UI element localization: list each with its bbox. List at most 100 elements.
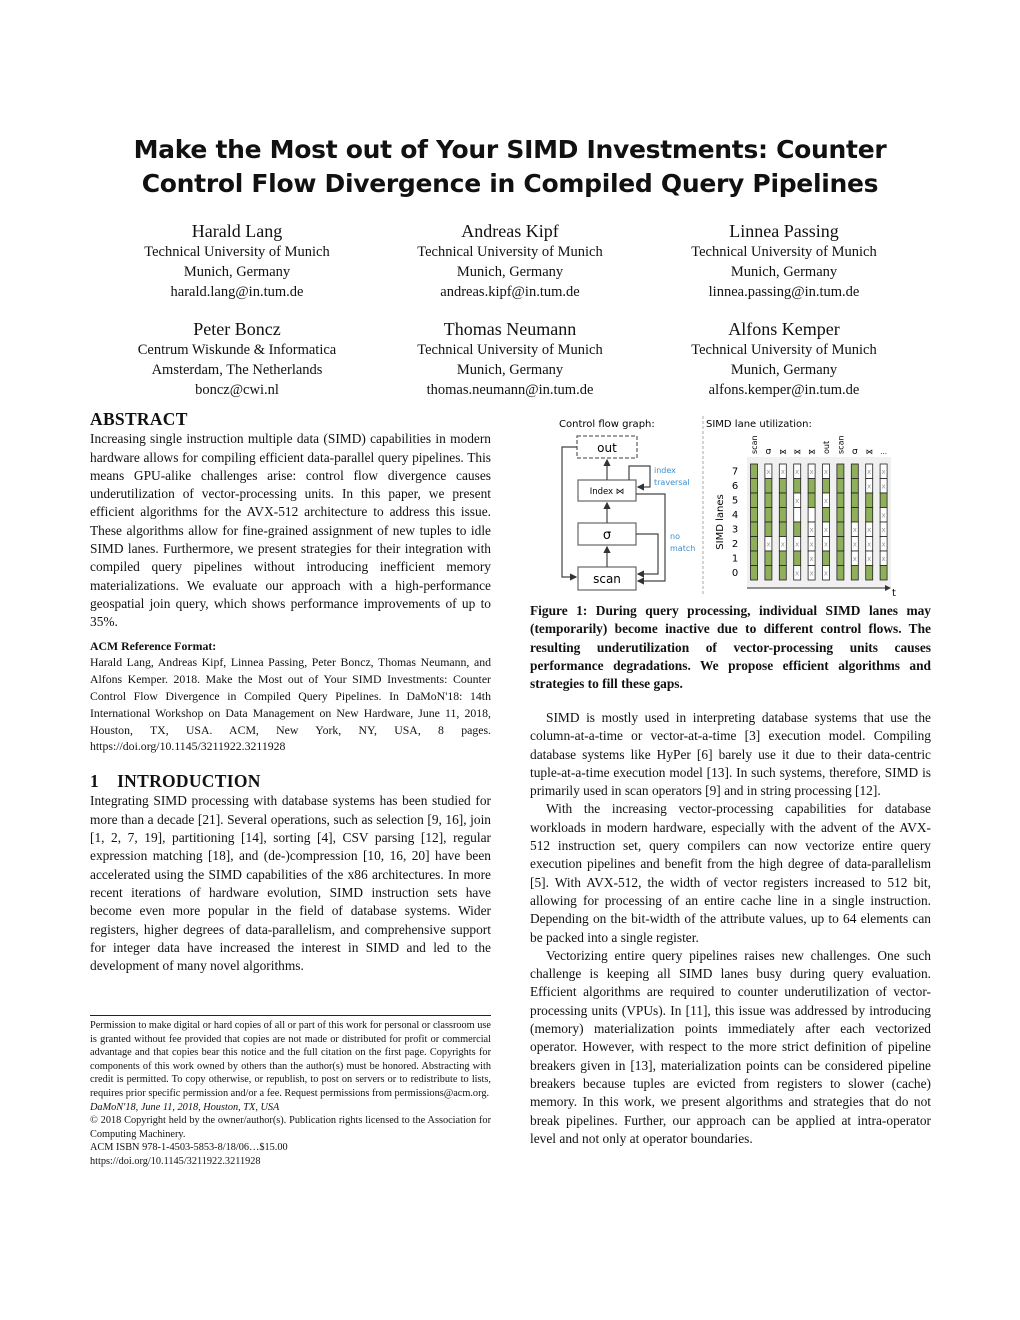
author-email: thomas.neumann@in.tum.de	[426, 382, 594, 398]
column-op-label: out	[822, 441, 831, 454]
column-op-label: …	[880, 448, 887, 456]
introduction-paragraph: Integrating SIMD processing with databas…	[90, 793, 491, 974]
lane-active	[836, 492, 845, 508]
lane-active	[822, 550, 830, 566]
lane-label: 2	[732, 539, 738, 550]
column-op-label: ⋈	[794, 448, 801, 456]
lane-inactive-mark: x	[766, 468, 770, 476]
lane-active	[836, 550, 845, 566]
lane-active	[879, 492, 888, 508]
author-location: Munich, Germany	[456, 264, 564, 280]
lane-active	[850, 507, 859, 523]
lanes-title: SIMD lane utilization:	[706, 419, 812, 430]
lane-inactive-mark: x	[795, 468, 799, 476]
lane-active	[750, 550, 758, 566]
svg-text:σ: σ	[603, 528, 611, 543]
author: Peter Boncz Centrum Wiskunde & Informatic…	[102, 318, 372, 400]
lane-active	[879, 565, 888, 581]
lane-active	[793, 478, 802, 494]
lane-active	[778, 492, 787, 508]
lane-active	[778, 478, 787, 494]
lane-active	[836, 536, 845, 552]
lane-active	[865, 492, 874, 508]
lane-active	[778, 550, 787, 566]
lane-inactive-mark: x	[867, 541, 871, 549]
author-location: Munich, Germany	[730, 264, 838, 280]
lane-active	[764, 521, 773, 537]
author-email: boncz@cwi.nl	[195, 382, 279, 398]
lane-inactive-mark: x	[853, 555, 857, 563]
lane-active	[836, 565, 845, 581]
author-email: harald.lang@in.tum.de	[170, 284, 304, 300]
lane-active	[764, 492, 773, 508]
lane-active	[850, 478, 859, 494]
lane-inactive	[793, 507, 802, 523]
author-name: Harald Lang	[191, 221, 283, 241]
abstract-heading: ABSTRACT	[90, 409, 188, 429]
figure-caption: Figure 1: During query processing, indiv…	[530, 603, 931, 692]
column-op-label: scan	[836, 435, 845, 454]
lane-active	[836, 463, 845, 479]
lane-label: 6	[732, 481, 738, 492]
author: Alfons Kemper Technical University of Mun…	[649, 318, 919, 400]
lane-inactive-mark: x	[867, 526, 871, 534]
lane-inactive-mark: x	[867, 468, 871, 476]
lane-label: 3	[732, 525, 738, 536]
paper-title: Make the Most out of Your SIMD Investmen…	[133, 135, 887, 198]
author: Thomas Neumann Technical University of Mu…	[375, 318, 645, 400]
lane-active	[750, 463, 758, 479]
author: Harald Lang Technical University of Munic…	[102, 220, 372, 302]
lane-inactive-mark: x	[810, 541, 814, 549]
acm-reference-text: Harald Lang, Andreas Kipf, Linnea Passin…	[90, 655, 491, 754]
lane-label: 5	[732, 496, 738, 507]
lane-active	[778, 565, 787, 581]
lane-inactive-mark: x	[824, 497, 828, 505]
lane-inactive-mark: x	[810, 526, 814, 534]
lane-active	[807, 478, 816, 494]
edge-labels: index traversal no match	[654, 466, 695, 553]
lane-inactive-mark: x	[824, 468, 828, 476]
lane-active	[850, 463, 859, 479]
author-affiliation: Centrum Wiskunde & Informatica	[137, 342, 337, 358]
lane-inactive-mark: x	[867, 483, 871, 491]
lane-label: 1	[732, 554, 738, 565]
lane-inactive-mark: x	[882, 468, 886, 476]
time-axis-label: t	[892, 588, 896, 599]
svg-text:out: out	[597, 441, 617, 455]
lane-active	[764, 478, 773, 494]
lane-active	[750, 536, 758, 552]
column-op-label: σ	[766, 447, 772, 457]
svg-text:scan: scan	[593, 572, 621, 586]
figure-1: Control flow graph: SIMD lane utilizatio…	[559, 416, 896, 599]
lane-active	[865, 565, 874, 581]
right-column-body: SIMD is mostly used in interpreting data…	[530, 709, 931, 1148]
lane-inactive-mark: x	[795, 497, 799, 505]
cfg-edges	[561, 446, 666, 585]
svg-text:match: match	[670, 544, 695, 553]
lane-active	[778, 521, 787, 537]
author-location: Amsterdam, The Netherlands	[151, 362, 323, 378]
author-email: andreas.kipf@in.tum.de	[440, 284, 580, 300]
lane-label: 0	[732, 568, 738, 579]
svg-text:traversal: traversal	[654, 478, 690, 487]
lane-active	[836, 478, 845, 494]
cfg-title: Control flow graph:	[559, 419, 655, 430]
footnote-rule	[90, 1015, 491, 1016]
author-affiliation: Technical University of Munich	[691, 244, 877, 260]
lane-active	[793, 550, 802, 566]
lane-inactive-mark: x	[867, 555, 871, 563]
lane-inactive-mark: x	[882, 526, 886, 534]
author-email: alfons.kemper@in.tum.de	[708, 382, 860, 398]
author-affiliation: Technical University of Munich	[144, 244, 330, 260]
lane-active	[750, 565, 758, 581]
author-email: linnea.passing@in.tum.de	[708, 284, 860, 300]
lane-inactive-mark: x	[781, 541, 785, 549]
lane-active	[764, 550, 773, 566]
lane-active	[793, 521, 802, 537]
lane-inactive-mark: x	[810, 570, 814, 578]
lane-active	[750, 507, 758, 523]
lane-active	[822, 478, 830, 494]
lane-inactive-mark: x	[853, 541, 857, 549]
lane-active	[836, 521, 845, 537]
author-name: Alfons Kemper	[728, 319, 840, 339]
